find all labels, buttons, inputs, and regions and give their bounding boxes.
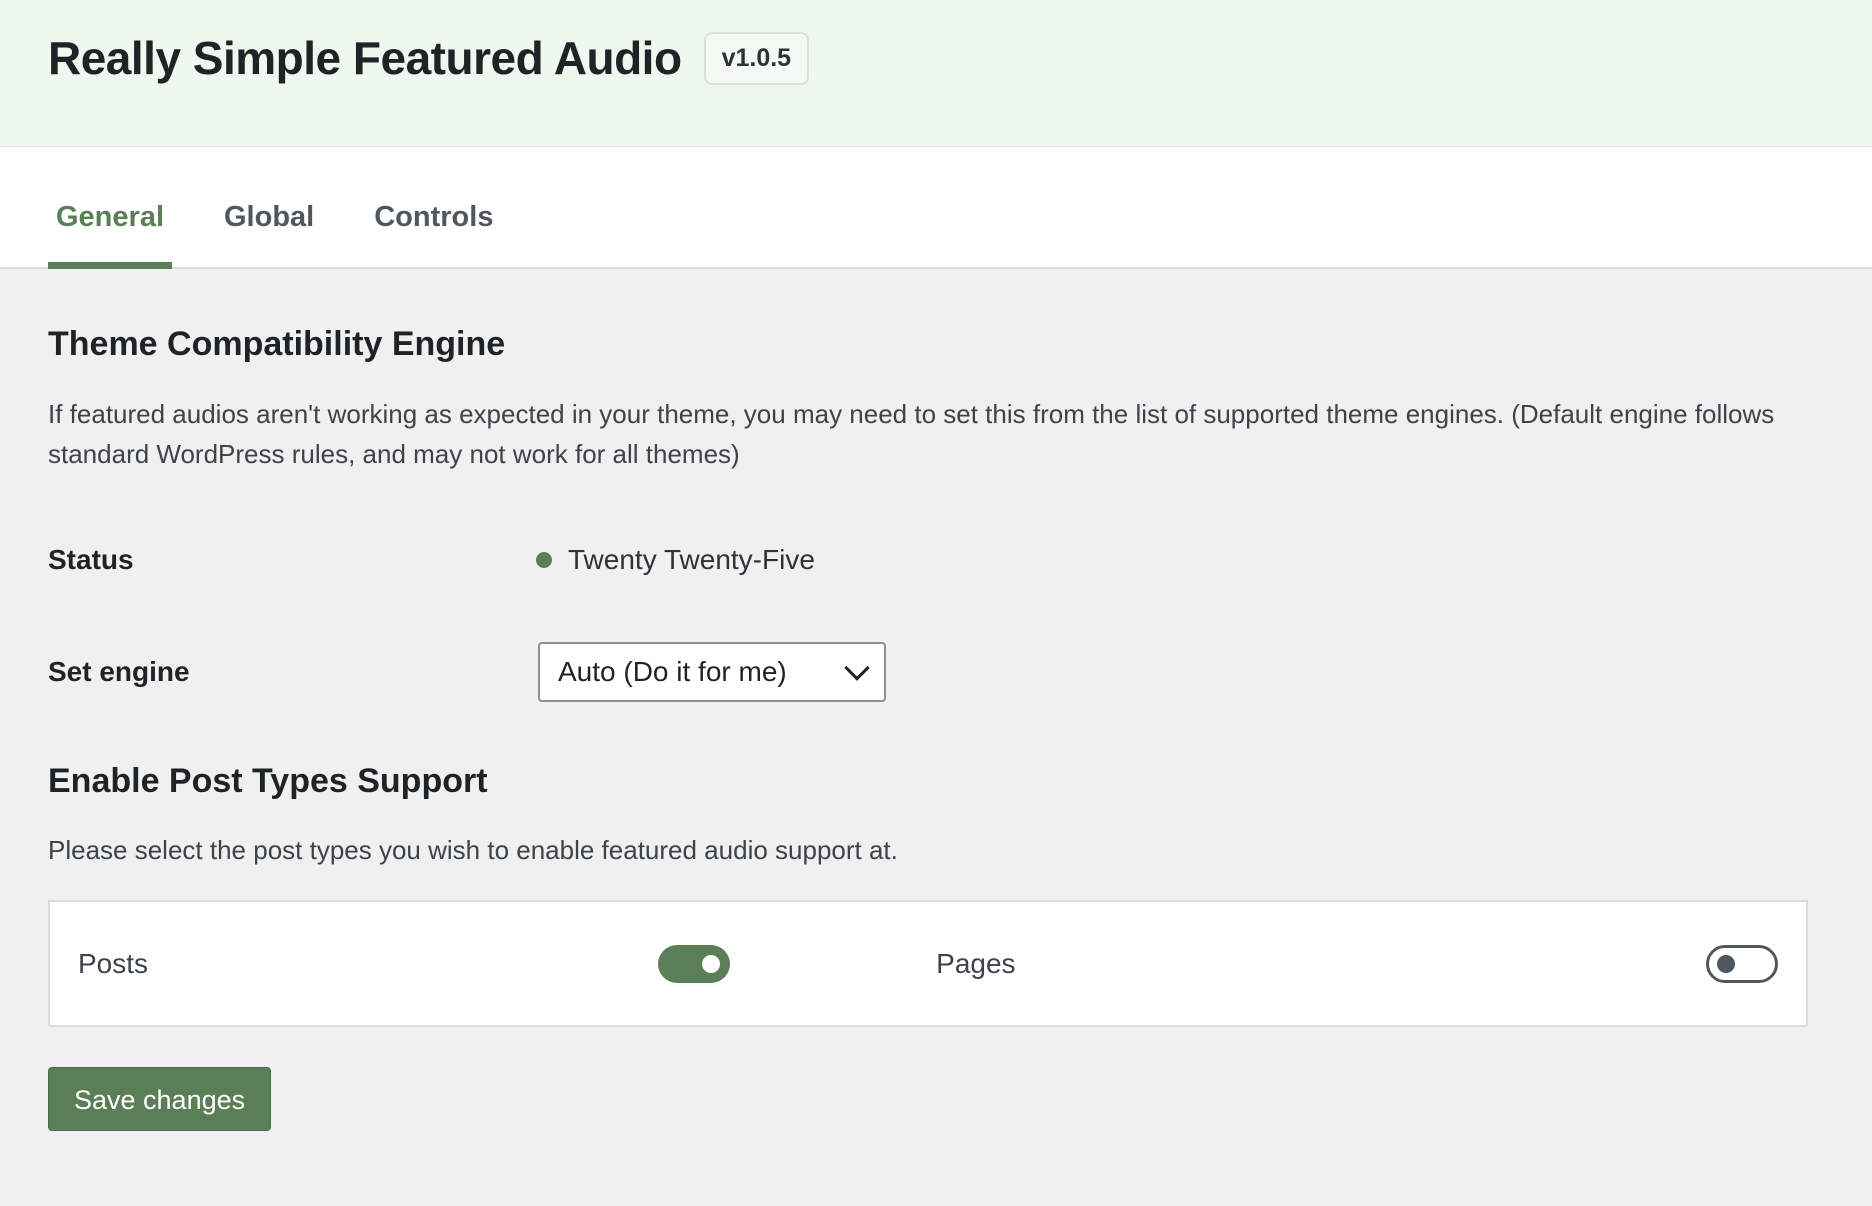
engine-select-value: Auto (Do it for me) bbox=[558, 656, 787, 687]
status-label: Status bbox=[48, 544, 134, 575]
status-row: Status Twenty Twenty-Five bbox=[48, 544, 1824, 576]
post-type-label: Pages bbox=[936, 947, 1016, 979]
status-theme-name: Twenty Twenty-Five bbox=[568, 544, 815, 575]
status-dot-icon bbox=[536, 552, 552, 568]
theme-compat-title: Theme Compatibility Engine bbox=[48, 325, 506, 363]
tab-global[interactable]: Global bbox=[216, 201, 322, 269]
post-types-title: Enable Post Types Support bbox=[48, 762, 488, 800]
chevron-down-icon bbox=[844, 655, 870, 681]
post-types-box: Posts Pages bbox=[48, 900, 1808, 1027]
page-header: Really Simple Featured Audio v1.0.5 bbox=[0, 0, 1872, 147]
posts-toggle[interactable] bbox=[658, 944, 731, 983]
pages-toggle[interactable] bbox=[1706, 944, 1778, 983]
tab-controls[interactable]: Controls bbox=[366, 201, 501, 269]
tab-bar: General Global Controls bbox=[0, 147, 1872, 269]
version-badge: v1.0.5 bbox=[703, 31, 810, 85]
settings-content: Theme Compatibility Engine If featured a… bbox=[0, 325, 1872, 1131]
engine-label: Set engine bbox=[48, 656, 190, 687]
post-type-label: Posts bbox=[78, 947, 149, 979]
engine-row: Set engine Auto (Do it for me) bbox=[48, 642, 1824, 702]
app-title: Really Simple Featured Audio bbox=[48, 32, 682, 84]
post-types-description: Please select the post types you wish to… bbox=[48, 835, 898, 865]
post-type-posts: Posts bbox=[78, 944, 731, 983]
post-type-pages: Pages bbox=[936, 944, 1778, 983]
tab-general[interactable]: General bbox=[48, 201, 172, 269]
status-value: Twenty Twenty-Five bbox=[488, 544, 815, 576]
theme-compat-description: If featured audios aren't working as exp… bbox=[48, 399, 1775, 469]
engine-select[interactable]: Auto (Do it for me) bbox=[538, 642, 886, 702]
save-button[interactable]: Save changes bbox=[48, 1067, 272, 1131]
